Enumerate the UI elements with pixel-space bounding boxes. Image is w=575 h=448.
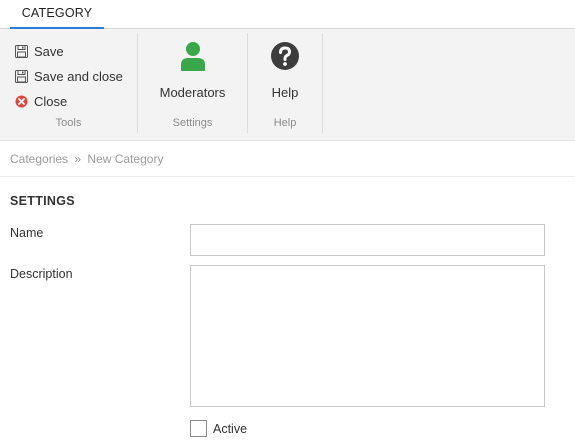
- ribbon-group-settings: Moderators Settings: [138, 33, 248, 133]
- save-and-close-button-label: Save and close: [34, 68, 123, 84]
- description-label: Description: [10, 267, 73, 281]
- save-button[interactable]: Save: [14, 41, 64, 61]
- ribbon-group-label-settings: Settings: [172, 117, 213, 129]
- help-button-label: Help: [271, 85, 299, 100]
- ribbon-toolbar: Save Save and close Close Tools Moderato…: [0, 29, 575, 141]
- ribbon-group-help: Help Help: [248, 33, 323, 133]
- divider: [0, 176, 575, 177]
- ribbon-group-tools: Save Save and close Close Tools: [0, 33, 138, 133]
- description-textarea[interactable]: [190, 265, 545, 407]
- save-button-label: Save: [34, 43, 64, 59]
- active-checkbox[interactable]: [190, 420, 207, 437]
- section-title-settings: SETTINGS: [10, 194, 75, 208]
- help-button[interactable]: Help: [248, 39, 322, 103]
- user-icon: [178, 39, 208, 73]
- close-button[interactable]: Close: [14, 91, 67, 111]
- breadcrumb: Categories » New Category: [10, 152, 163, 166]
- active-checkbox-row[interactable]: Active: [190, 420, 247, 437]
- close-circle-icon: [14, 94, 28, 108]
- moderators-button-label: Moderators: [159, 85, 226, 100]
- ribbon-group-label-tools: Tools: [55, 117, 82, 129]
- breadcrumb-current: New Category: [87, 152, 164, 166]
- active-checkbox-label: Active: [213, 421, 248, 436]
- close-button-label: Close: [34, 93, 68, 109]
- floppy-disk-icon: [14, 44, 28, 58]
- question-circle-icon: [270, 39, 300, 73]
- ribbon-group-label-help: Help: [273, 117, 297, 129]
- breadcrumb-root-link[interactable]: Categories: [10, 152, 68, 166]
- breadcrumb-separator: »: [74, 152, 82, 166]
- tab-category[interactable]: CATEGORY: [10, 0, 104, 29]
- name-label: Name: [10, 226, 44, 240]
- name-input[interactable]: [190, 224, 545, 256]
- tab-bar: CATEGORY: [0, 0, 575, 29]
- moderators-button[interactable]: Moderators: [138, 39, 247, 103]
- save-and-close-button[interactable]: Save and close: [14, 66, 123, 86]
- floppy-disk-icon: [14, 69, 28, 83]
